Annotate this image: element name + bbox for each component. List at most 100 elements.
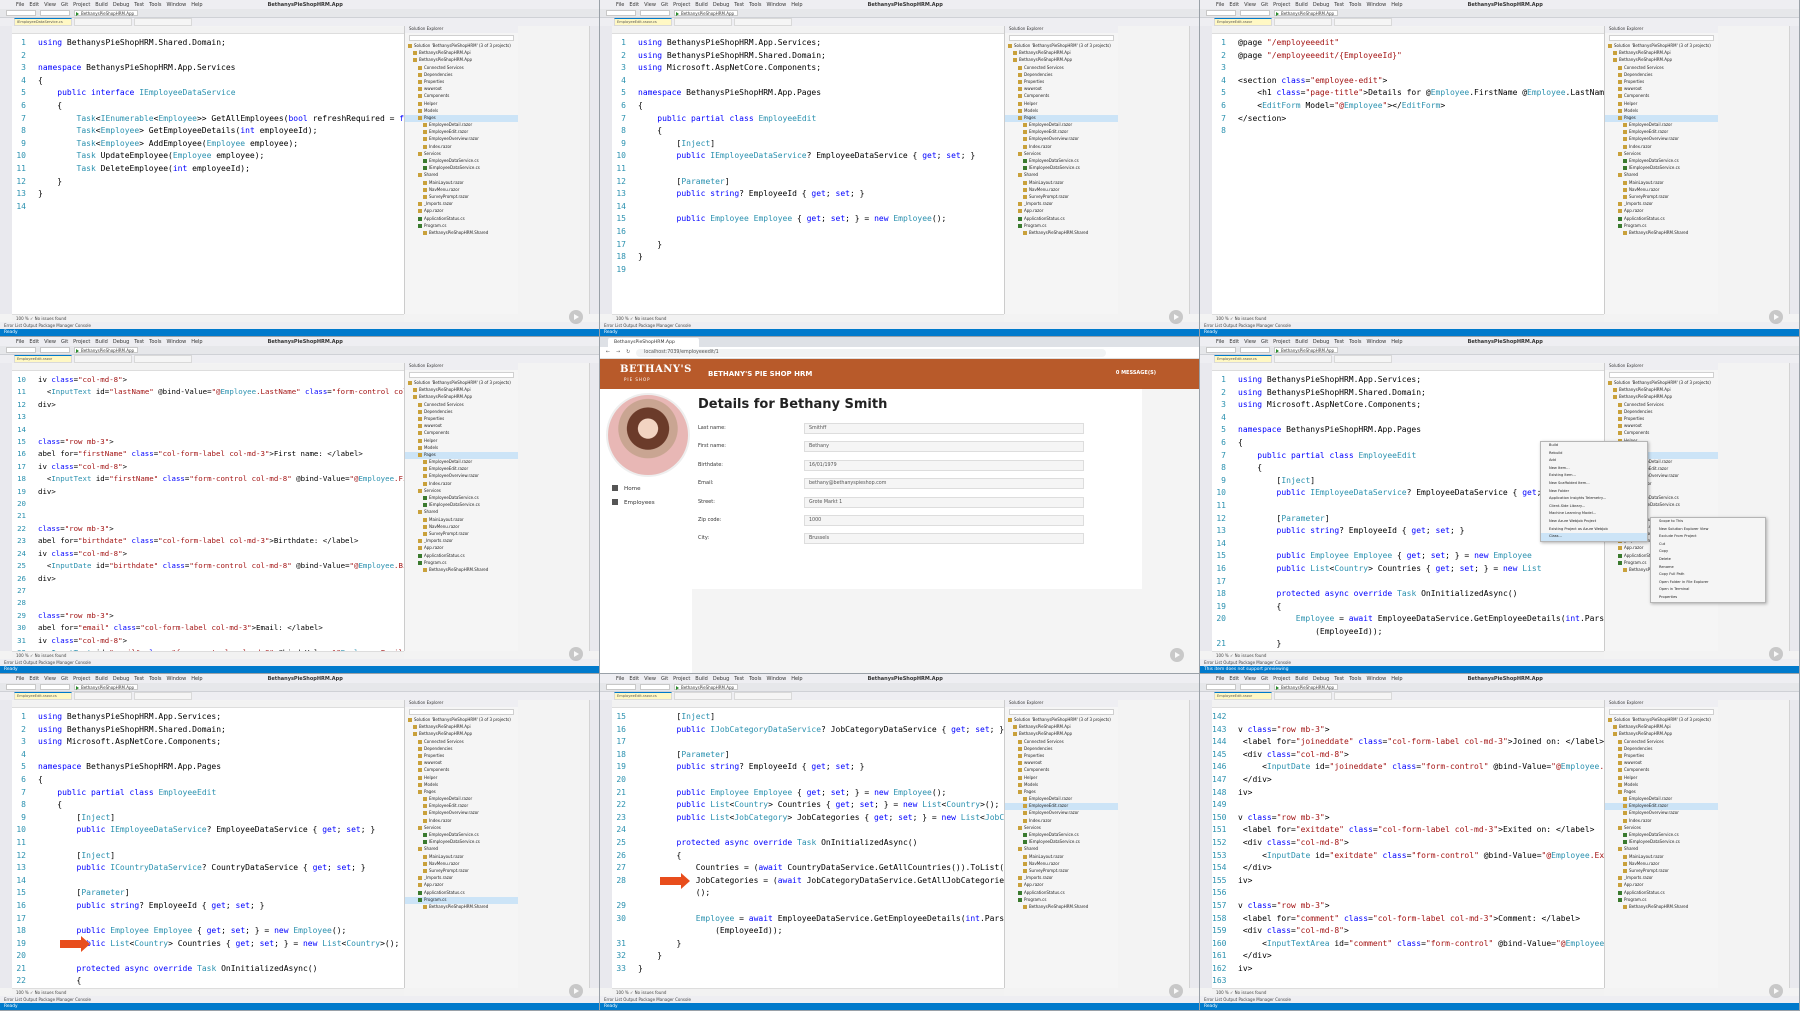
explorer-item[interactable]: Components (405, 93, 518, 100)
explorer-item[interactable]: EmployeeOverview.razor (405, 136, 518, 143)
explorer-item[interactable]: Solution 'BethanysPieShopHRM' (3 of 3 pr… (1605, 43, 1718, 50)
explorer-item[interactable]: EmployeeDetail.razor (1605, 122, 1718, 129)
explorer-item[interactable]: Services (1005, 825, 1118, 832)
explorer-item[interactable]: Models (1605, 782, 1718, 789)
explorer-item[interactable]: EmployeeEdit.razor (405, 466, 518, 473)
explorer-item[interactable]: IEmployeeDataService.cs (405, 502, 518, 509)
tab-file[interactable] (674, 692, 732, 700)
run-button[interactable]: BethanysPieShopHRM.App (74, 684, 138, 690)
explorer-item[interactable]: NavMenu.razor (1605, 861, 1718, 868)
explorer-item[interactable]: Services (1605, 151, 1718, 158)
explorer-item[interactable]: BethanysPieShopHRM.Api (405, 387, 518, 394)
explorer-item[interactable]: Shared (1005, 846, 1118, 853)
explorer-search-input[interactable] (409, 709, 514, 715)
explorer-item[interactable]: EmployeeEdit.razor (1605, 803, 1718, 811)
context-menu-item[interactable]: Copy (1651, 548, 1765, 556)
context-menu-item[interactable]: Properties (1651, 594, 1765, 602)
explorer-item[interactable]: EmployeeDetail.razor (405, 459, 518, 466)
run-button[interactable]: BethanysPieShopHRM.App (1274, 10, 1338, 16)
play-icon[interactable] (569, 310, 583, 324)
explorer-item[interactable]: _Imports.razor (1005, 875, 1118, 882)
explorer-item[interactable]: Pages (405, 114, 518, 123)
context-menu-item[interactable]: Application Insights Telemetry... (1541, 495, 1647, 503)
explorer-item[interactable]: Properties (1605, 79, 1718, 86)
explorer-item[interactable]: Components (405, 767, 518, 774)
explorer-item[interactable]: BethanysPieShopHRM.Shared (1005, 904, 1118, 911)
explorer-item[interactable]: Models (1005, 108, 1118, 115)
tab-file[interactable] (1334, 692, 1392, 700)
explorer-item[interactable]: IEmployeeDataService.cs (405, 165, 518, 172)
context-menu-item[interactable]: Client-Side Library... (1541, 503, 1647, 511)
tab-file[interactable] (1274, 355, 1332, 363)
zoom-level[interactable]: 100 % (616, 990, 629, 995)
explorer-item[interactable]: wwwroot (1005, 760, 1118, 767)
explorer-item[interactable]: Services (405, 151, 518, 158)
field-input[interactable]: 16/01/1979 (804, 459, 1084, 471)
explorer-item[interactable]: Program.cs (1005, 223, 1118, 230)
play-icon[interactable] (1769, 647, 1783, 661)
explorer-item[interactable]: Components (1605, 93, 1718, 100)
config-select[interactable] (1206, 347, 1236, 353)
explorer-item[interactable]: BethanysPieShopHRM.Shared (1005, 230, 1118, 237)
explorer-search-input[interactable] (1009, 35, 1114, 41)
explorer-item[interactable]: EmployeeDataService.cs (1605, 158, 1718, 165)
explorer-item[interactable]: EmployeeEdit.razor (1605, 129, 1718, 136)
explorer-item[interactable]: BethanysPieShopHRM.App (1605, 57, 1718, 64)
context-menu-item[interactable]: New Scaffolded Item... (1541, 480, 1647, 488)
explorer-item[interactable]: Pages (405, 789, 518, 796)
explorer-item[interactable]: Properties (1605, 416, 1718, 423)
messages-count[interactable]: 0 MESSAGE(S) (1116, 370, 1156, 376)
explorer-item[interactable]: Solution 'BethanysPieShopHRM' (3 of 3 pr… (1605, 717, 1718, 724)
zoom-level[interactable]: 100 % (1216, 653, 1229, 658)
explorer-item[interactable]: Pages (1605, 789, 1718, 796)
run-button[interactable]: BethanysPieShopHRM.App (74, 10, 138, 16)
explorer-item[interactable]: SurveyPrompt.razor (405, 868, 518, 875)
play-icon[interactable] (1769, 310, 1783, 324)
explorer-item[interactable]: Connected Services (1605, 65, 1718, 72)
explorer-item[interactable]: Helper (1005, 101, 1118, 108)
output-tabs[interactable]: Error List Output Package Manager Consol… (1200, 322, 1799, 329)
explorer-item[interactable]: SurveyPrompt.razor (1005, 868, 1118, 875)
explorer-item[interactable]: Index.razor (1605, 818, 1718, 825)
context-menu-item[interactable]: Cut (1651, 541, 1765, 549)
field-input[interactable]: Grote Markt 1 (804, 496, 1084, 508)
explorer-item[interactable]: Shared (1605, 846, 1718, 853)
explorer-item[interactable]: BethanysPieShopHRM.App (1605, 394, 1718, 401)
tab-active-file[interactable]: EmployeeEdit.razor.cs (614, 692, 672, 700)
explorer-item[interactable]: NavMenu.razor (405, 524, 518, 531)
tab-file[interactable] (134, 355, 192, 363)
explorer-item[interactable]: _Imports.razor (1605, 875, 1718, 882)
nav-home[interactable]: Home (612, 485, 641, 492)
run-button[interactable]: BethanysPieShopHRM.App (674, 684, 738, 690)
play-icon[interactable] (1169, 984, 1183, 998)
output-tabs[interactable]: Error List Output Package Manager Consol… (600, 322, 1199, 329)
explorer-item[interactable]: Program.cs (1005, 897, 1118, 904)
explorer-item[interactable]: IEmployeeDataService.cs (1005, 839, 1118, 846)
explorer-item[interactable]: Models (1605, 108, 1718, 115)
explorer-item[interactable]: ApplicationStatus.cs (405, 553, 518, 560)
explorer-item[interactable]: Dependencies (1605, 72, 1718, 79)
explorer-item[interactable]: Components (1605, 430, 1718, 437)
tab-active-file[interactable]: EmployeeEdit.razor.cs (1214, 355, 1272, 363)
explorer-item[interactable]: App.razor (405, 208, 518, 215)
explorer-item[interactable]: Index.razor (405, 818, 518, 825)
context-menu-item[interactable]: Scope to This (1651, 518, 1765, 526)
explorer-item[interactable]: EmployeeDetail.razor (1005, 122, 1118, 129)
tab-file[interactable] (674, 18, 732, 26)
platform-select[interactable] (1240, 347, 1270, 353)
explorer-item[interactable]: BethanysPieShopHRM.Api (1005, 50, 1118, 57)
explorer-item[interactable]: EmployeeOverview.razor (1605, 136, 1718, 143)
explorer-item[interactable]: Helper (1605, 775, 1718, 782)
field-input[interactable]: Bethany (804, 441, 1084, 453)
code-editor[interactable]: 1 using BethanysPieShopHRM.App.Services; 2… (612, 34, 1004, 314)
field-input[interactable]: bethany@bethanyspieshop.com (804, 478, 1084, 490)
explorer-item[interactable]: SurveyPrompt.razor (405, 194, 518, 201)
explorer-item[interactable]: BethanysPieShopHRM.App (405, 731, 518, 738)
explorer-item[interactable]: Properties (1005, 79, 1118, 86)
play-icon[interactable] (1169, 310, 1183, 324)
tab-file[interactable] (134, 18, 192, 26)
back-icon[interactable]: ← (606, 350, 610, 355)
explorer-item[interactable]: EmployeeEdit.razor (405, 803, 518, 810)
zoom-level[interactable]: 100 % (616, 316, 629, 321)
code-editor[interactable]: 1 @page "/employeeedit" 2 @page "/employeee… (1212, 34, 1604, 314)
